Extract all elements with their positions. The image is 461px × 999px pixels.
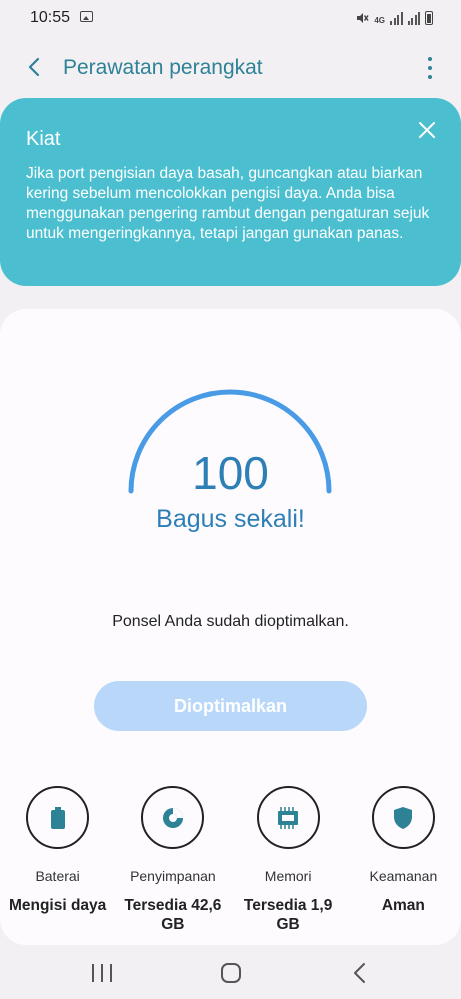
feature-icon-circle <box>371 786 435 849</box>
close-icon[interactable] <box>417 120 437 140</box>
system-navigation-bar <box>0 945 461 999</box>
status-bar: 10:55 4G <box>0 0 461 36</box>
page-title: Perawatan perangkat <box>63 56 263 79</box>
feature-value: Tersedia 1,9 GB <box>243 897 333 933</box>
signal-icon-2 <box>407 12 420 25</box>
tip-body: Jika port pengisian daya basah, guncangk… <box>26 165 430 242</box>
tip-title: Kiat <box>26 128 61 150</box>
feature-icon-circle <box>141 786 205 849</box>
optimization-description: Ponsel Anda sudah dioptimalkan. <box>112 613 349 630</box>
device-care-card: 100 Bagus sekali! Ponsel Anda sudah diop… <box>0 309 461 945</box>
feature-value: Aman <box>381 897 425 914</box>
home-icon[interactable] <box>221 963 241 983</box>
feature-icon-circle <box>26 786 90 849</box>
network-type-label: 4G <box>374 16 385 25</box>
signal-icon <box>390 12 403 25</box>
status-icons: 4G <box>355 9 433 25</box>
optimization-score: 100 <box>192 447 269 499</box>
feature-battery[interactable]: Baterai Mengisi daya <box>0 786 115 934</box>
feature-icon-circle <box>256 786 320 849</box>
memory-chip-icon <box>278 806 299 829</box>
storage-pie-icon <box>162 807 183 828</box>
back-nav-icon[interactable] <box>350 962 370 984</box>
mute-icon <box>357 13 369 23</box>
feature-security[interactable]: Keamanan Aman <box>346 786 461 934</box>
optimize-button[interactable]: Dioptimalkan <box>94 681 367 731</box>
feature-label: Penyimpanan <box>130 868 216 884</box>
score-status: Bagus sekali! <box>156 505 305 533</box>
back-arrow-icon[interactable] <box>24 56 46 78</box>
battery-status-icon <box>425 11 433 25</box>
feature-list: Baterai Mengisi daya Penyimpanan Tersedi… <box>0 786 461 934</box>
feature-value: Mengisi daya <box>8 897 107 914</box>
recent-apps-icon[interactable] <box>92 964 112 982</box>
tip-card: Kiat Jika port pengisian daya basah, gun… <box>0 98 461 286</box>
app-bar: Perawatan perangkat <box>0 48 461 88</box>
feature-storage[interactable]: Penyimpanan Tersedia 42,6 GB <box>115 786 230 934</box>
status-time: 10:55 <box>30 9 71 26</box>
feature-label: Baterai <box>35 868 80 884</box>
feature-memory[interactable]: Memori Tersedia 1,9 GB <box>231 786 346 934</box>
feature-value: Tersedia 42,6 GB <box>124 897 222 933</box>
shield-icon <box>394 806 413 829</box>
feature-label: Keamanan <box>369 868 438 884</box>
image-notification-icon <box>80 11 93 22</box>
feature-label: Memori <box>264 868 312 884</box>
battery-icon <box>50 806 65 829</box>
more-options-icon[interactable] <box>427 57 433 79</box>
